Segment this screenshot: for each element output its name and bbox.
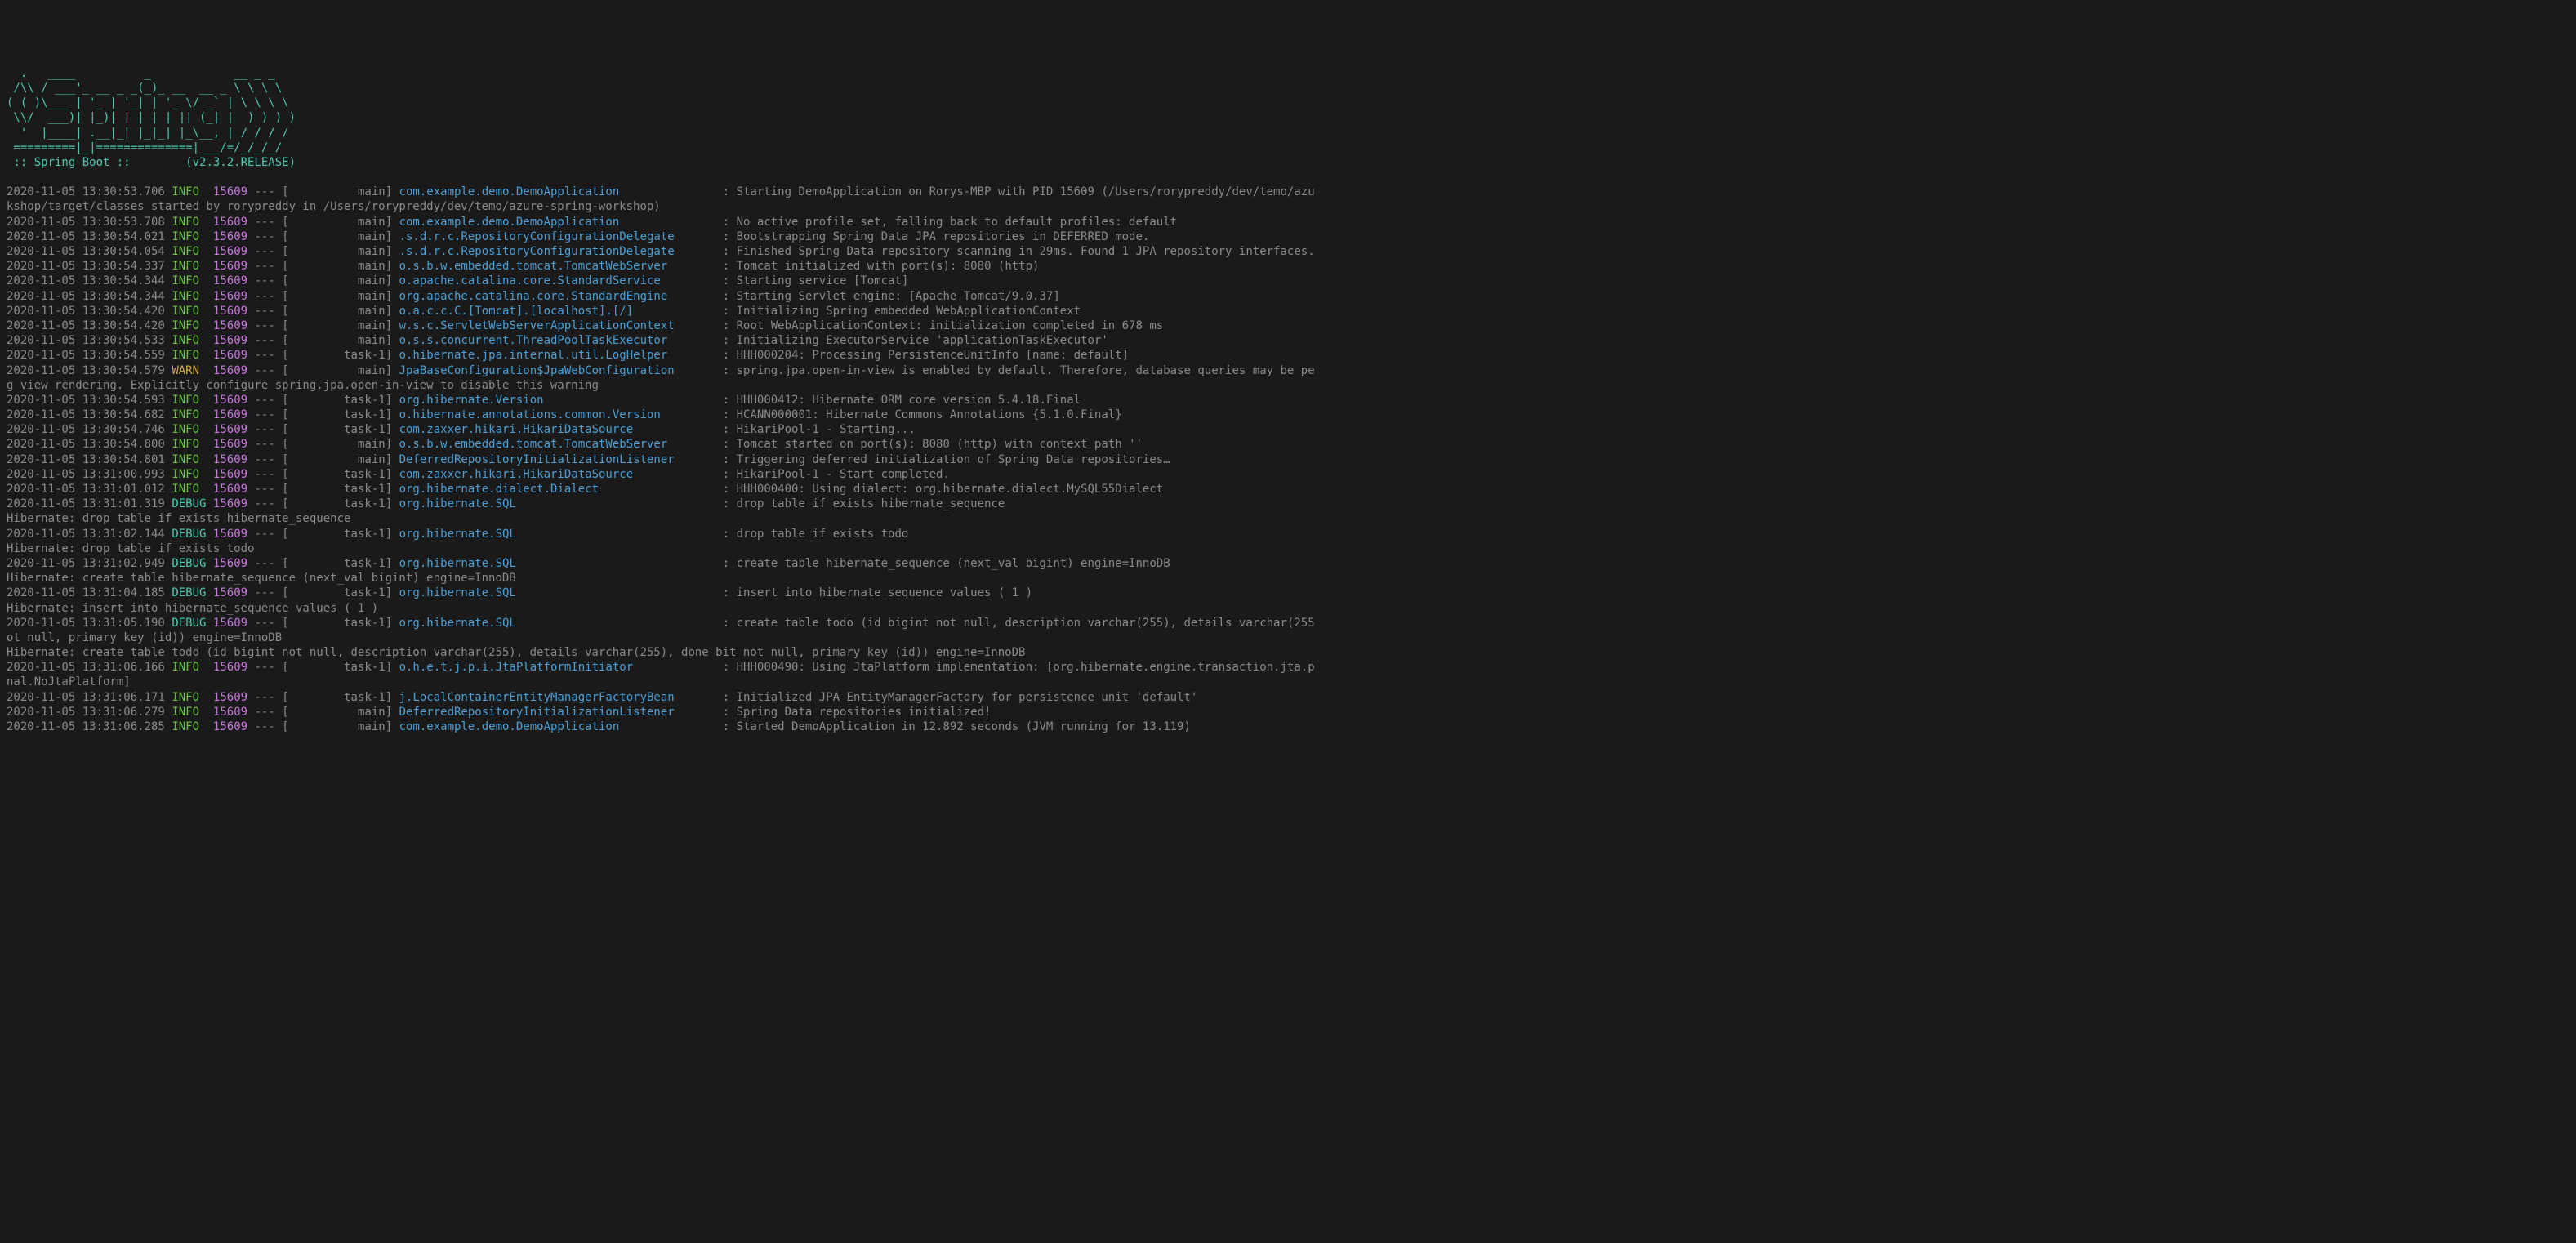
- terminal-output: . ____ _ __ _ _ /\\ / ___'_ __ _ _(_)_ _…: [7, 66, 2569, 734]
